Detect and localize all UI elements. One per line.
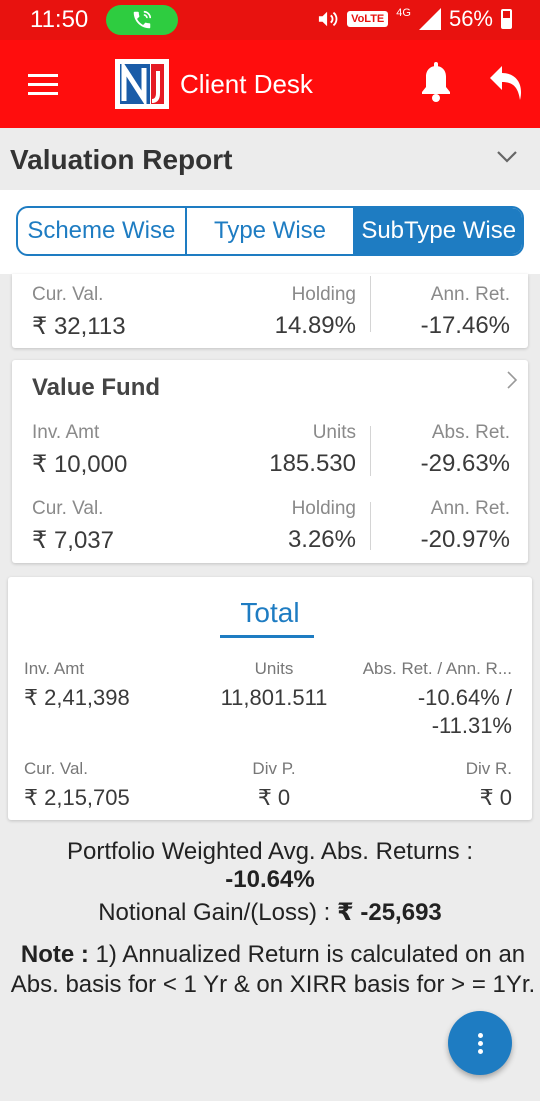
total-inv-amt-label: Inv. Amt bbox=[24, 659, 85, 678]
volume-icon bbox=[318, 11, 338, 27]
note-text: 1) Annualized Return is calculated on an… bbox=[10, 941, 536, 998]
total-units-label: Units bbox=[254, 659, 294, 678]
inv-amt-label: Inv. Amt bbox=[32, 422, 100, 443]
phone-call-icon bbox=[133, 10, 152, 29]
cur-val-value: ₹ 32,113 bbox=[32, 313, 126, 340]
battery-icon bbox=[501, 9, 512, 29]
nj-logo-mark bbox=[117, 59, 167, 108]
total-inv-amt-value: ₹ 2,41,398 bbox=[24, 685, 130, 710]
ann-ret-label: Ann. Ret. bbox=[430, 498, 510, 519]
nj-logo bbox=[115, 59, 169, 109]
tab-type-wise[interactable]: Type Wise bbox=[184, 208, 354, 254]
cur-val-value: ₹ 7,037 bbox=[32, 527, 114, 554]
portfolio-summary: Portfolio Weighted Avg. Abs. Returns : -… bbox=[0, 838, 540, 927]
battery-percent: 56% bbox=[448, 6, 493, 31]
report-header[interactable]: Valuation Report bbox=[0, 128, 540, 190]
inv-amt-value: ₹ 10,000 bbox=[32, 451, 128, 478]
total-units-value: 11,801.511 bbox=[220, 685, 328, 710]
total-underline bbox=[220, 635, 314, 638]
network-type: 4G bbox=[396, 7, 411, 19]
footnote: Note : 1) Annualized Return is calculate… bbox=[8, 940, 538, 1000]
tabs-container: Scheme Wise Type Wise SubType Wise bbox=[0, 190, 540, 274]
ann-ret-label: Ann. Ret. bbox=[430, 284, 510, 305]
total-div-p-label: Div P. bbox=[252, 759, 296, 778]
chevron-right-icon[interactable] bbox=[506, 370, 518, 390]
segmented-tabs: Scheme Wise Type Wise SubType Wise bbox=[16, 206, 524, 256]
total-div-r-value: ₹ 0 bbox=[479, 785, 512, 810]
column-divider bbox=[370, 276, 371, 332]
abs-ret-value: -29.63% bbox=[420, 450, 510, 477]
weighted-returns-value: -10.64% bbox=[225, 866, 315, 893]
ann-ret-value: -20.97% bbox=[420, 526, 510, 553]
notional-gain-label: Notional Gain/(Loss) : bbox=[98, 899, 331, 926]
total-div-r-label: Div R. bbox=[465, 759, 512, 778]
volte-badge: VoLTE bbox=[347, 11, 389, 27]
units-label: Units bbox=[312, 422, 356, 443]
column-divider bbox=[370, 502, 371, 550]
page-title: Valuation Report bbox=[10, 144, 233, 175]
holding-label: Holding bbox=[291, 498, 356, 519]
tab-subtype-wise[interactable]: SubType Wise bbox=[353, 208, 522, 254]
total-cur-val-label: Cur. Val. bbox=[24, 759, 88, 778]
back-arrow-icon[interactable] bbox=[486, 62, 526, 104]
holding-value: 14.89% bbox=[274, 312, 356, 339]
tab-scheme-wise[interactable]: Scheme Wise bbox=[18, 208, 185, 254]
abs-ret-label: Abs. Ret. bbox=[431, 422, 510, 443]
app-bar: Client Desk bbox=[0, 40, 540, 128]
units-value: 185.530 bbox=[269, 450, 356, 477]
holding-label: Holding bbox=[291, 284, 356, 305]
ongoing-call-pill[interactable] bbox=[106, 5, 178, 35]
notional-gain-row: Notional Gain/(Loss) : ₹ -25,693 bbox=[0, 898, 540, 927]
total-abs-ret-value: -10.64% / bbox=[417, 685, 512, 710]
chevron-down-icon[interactable] bbox=[496, 150, 518, 164]
ann-ret-value: -17.46% bbox=[420, 312, 510, 339]
total-title: Total bbox=[240, 597, 300, 628]
total-card: Total Inv. Amt ₹ 2,41,398 Units 11,801.5… bbox=[8, 577, 532, 820]
status-time: 11:50 bbox=[30, 6, 89, 33]
total-ann-ret-value: -11.31% bbox=[431, 713, 512, 738]
cur-val-label: Cur. Val. bbox=[32, 498, 104, 519]
note-prefix: Note : bbox=[20, 941, 89, 968]
column-divider bbox=[370, 426, 371, 476]
dot bbox=[477, 1048, 483, 1054]
total-div-p-value: ₹ 0 bbox=[257, 785, 291, 810]
menu-icon[interactable] bbox=[28, 74, 58, 96]
app-title: Client Desk bbox=[180, 69, 313, 99]
fund-name: Value Fund bbox=[32, 374, 161, 401]
dot bbox=[477, 1040, 483, 1046]
holding-value: 3.26% bbox=[287, 526, 356, 553]
signal-icon bbox=[418, 8, 441, 30]
cur-val-label: Cur. Val. bbox=[32, 284, 104, 305]
notification-bell-icon[interactable] bbox=[418, 62, 454, 104]
more-options-fab[interactable] bbox=[448, 1011, 512, 1075]
total-ret-label: Abs. Ret. / Ann. R... bbox=[362, 659, 512, 678]
dot bbox=[477, 1032, 483, 1038]
weighted-returns-label: Portfolio Weighted Avg. Abs. Returns : bbox=[66, 838, 473, 865]
status-bar: 11:50 VoLTE 4G 56% bbox=[0, 0, 540, 40]
fund-card-value-fund[interactable]: Value Fund Inv. Amt ₹ 10,000 Units 185.5… bbox=[12, 360, 528, 563]
total-cur-val-value: ₹ 2,15,705 bbox=[24, 785, 130, 810]
notional-gain-value: ₹ -25,693 bbox=[337, 899, 442, 926]
fund-card-partial[interactable]: Cur. Val. ₹ 32,113 Holding 14.89% Ann. R… bbox=[12, 274, 528, 348]
